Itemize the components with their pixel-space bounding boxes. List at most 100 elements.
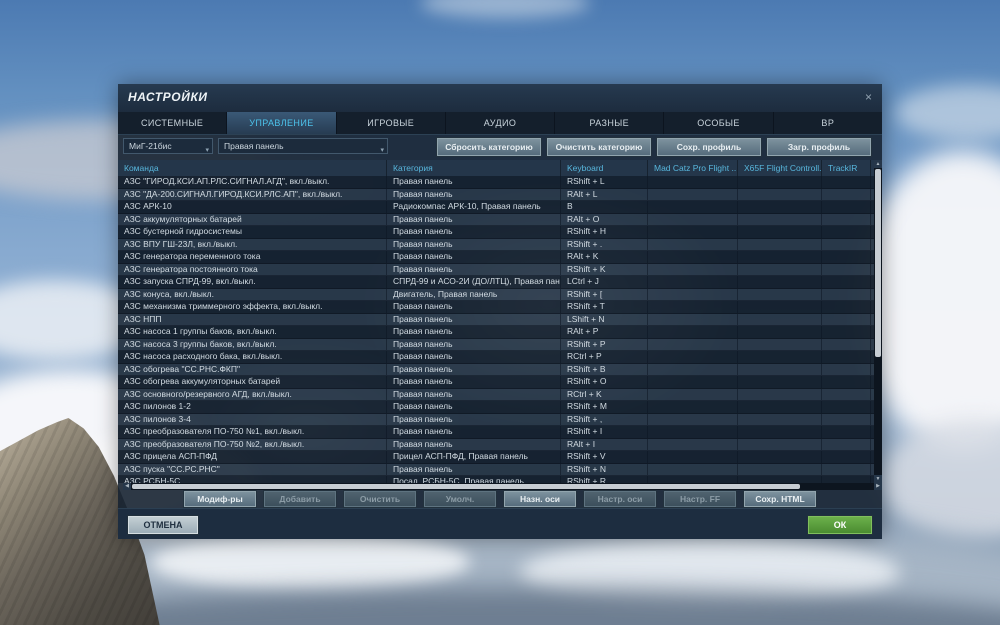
arrow-right-icon[interactable]: ▶ — [874, 483, 882, 490]
close-icon[interactable]: × — [865, 90, 872, 104]
column-header[interactable]: TrackIR — [822, 160, 871, 176]
table-header: Команда Категория Keyboard Mad Catz Pro … — [118, 160, 874, 176]
table-row[interactable]: АЗС НПП Правая панель LShift + N — [118, 314, 874, 327]
assign-axis-button[interactable]: Назн. оси — [504, 491, 576, 507]
keyboard-cell: RAlt + O — [561, 214, 648, 226]
table-row[interactable]: АЗС прицела АСП-ПФД Прицел АСП-ПФД, Прав… — [118, 451, 874, 464]
category-select[interactable]: Правая панель ▾ — [218, 138, 388, 154]
save-html-button[interactable]: Сохр. HTML — [744, 491, 816, 507]
column-header[interactable]: Категория — [387, 160, 561, 176]
trackir-cell — [822, 214, 871, 226]
table-row[interactable]: АЗС генератора переменного тока Правая п… — [118, 251, 874, 264]
table-row[interactable]: АЗС преобразователя ПО-750 №1, вкл./выкл… — [118, 426, 874, 439]
default-button[interactable]: Умолч. — [424, 491, 496, 507]
keyboard-cell: RShift + V — [561, 451, 648, 463]
tab-misc[interactable]: РАЗНЫЕ — [555, 112, 664, 134]
table-row[interactable]: АЗС пуска "СС.РС.РНС" Правая панель RShi… — [118, 464, 874, 477]
command-cell: АЗС пуска "СС.РС.РНС" — [118, 464, 387, 476]
add-button[interactable]: Добавить — [264, 491, 336, 507]
save-profile-button[interactable]: Сохр. профиль — [657, 138, 761, 156]
aircraft-select-value: МиГ-21бис — [129, 141, 172, 151]
x65f-cell — [738, 414, 822, 426]
arrow-up-icon[interactable]: ▲ — [874, 160, 882, 168]
column-header[interactable]: Команда — [118, 160, 387, 176]
table-row[interactable]: АЗС аккумуляторных батарей Правая панель… — [118, 214, 874, 227]
tab-vr[interactable]: ВР — [774, 112, 882, 134]
horizontal-scrollbar-thumb[interactable] — [132, 484, 800, 489]
trackir-cell — [822, 264, 871, 276]
column-header[interactable]: Mad Catz Pro Flight ... — [648, 160, 738, 176]
tab-controls[interactable]: УПРАВЛЕНИЕ — [227, 112, 336, 134]
madcatz-cell — [648, 226, 738, 238]
tab-audio[interactable]: АУДИО — [446, 112, 555, 134]
table-row[interactable]: АЗС обогрева аккумуляторных батарей Прав… — [118, 376, 874, 389]
clear-category-button[interactable]: Очистить категорию — [547, 138, 651, 156]
madcatz-cell — [648, 289, 738, 301]
keyboard-cell: RCtrl + P — [561, 351, 648, 363]
command-cell: АЗС механизма триммерного эффекта, вкл./… — [118, 301, 387, 313]
arrow-left-icon[interactable]: ◀ — [123, 483, 131, 490]
table-row[interactable]: АЗС насоса 3 группы баков, вкл./выкл. Пр… — [118, 339, 874, 352]
table-row[interactable]: АЗС генератора постоянного тока Правая п… — [118, 264, 874, 277]
arrow-down-icon[interactable]: ▼ — [874, 475, 882, 483]
table-row[interactable]: АЗС обогрева "СС.РНС.ФКП" Правая панель … — [118, 364, 874, 377]
tab-system[interactable]: СИСТЕМНЫЕ — [118, 112, 227, 134]
category-cell: Правая панель — [387, 176, 561, 188]
madcatz-cell — [648, 314, 738, 326]
table-row[interactable]: АЗС РСБН-5С Посад. РСБН-5С, Правая панел… — [118, 476, 874, 483]
ok-button[interactable]: ОК — [808, 516, 872, 534]
command-cell: АЗС обогрева аккумуляторных батарей — [118, 376, 387, 388]
table-row[interactable]: АЗС ВПУ ГШ-23Л, вкл./выкл. Правая панель… — [118, 239, 874, 252]
tune-ff-button[interactable]: Настр. FF — [664, 491, 736, 507]
load-profile-button[interactable]: Загр. профиль — [767, 138, 871, 156]
x65f-cell — [738, 176, 822, 188]
table-row[interactable]: АЗС бустерной гидросистемы Правая панель… — [118, 226, 874, 239]
category-cell: Правая панель — [387, 239, 561, 251]
trackir-cell — [822, 451, 871, 463]
table-row[interactable]: АЗС "ГИРОД.КСИ.АП.РЛС.СИГНАЛ.АГД", вкл./… — [118, 176, 874, 189]
x65f-cell — [738, 439, 822, 451]
tab-special[interactable]: ОСОБЫЕ — [664, 112, 773, 134]
cancel-button[interactable]: ОТМЕНА — [128, 516, 198, 534]
trackir-cell — [822, 476, 871, 483]
x65f-cell — [738, 451, 822, 463]
category-cell: Правая панель — [387, 364, 561, 376]
table-row[interactable]: АЗС "ДА-200.СИГНАЛ.ГИРОД.КСИ.РЛС.АП", вк… — [118, 189, 874, 202]
modifiers-button[interactable]: Модиф-ры — [184, 491, 256, 507]
table-row[interactable]: АЗС конуса, вкл./выкл. Двигатель, Правая… — [118, 289, 874, 302]
table-row[interactable]: АЗС основного/резервного АГД, вкл./выкл.… — [118, 389, 874, 402]
column-header[interactable]: X65F Flight Controll... — [738, 160, 822, 176]
vertical-scrollbar-thumb[interactable] — [875, 169, 881, 357]
madcatz-cell — [648, 176, 738, 188]
aircraft-select[interactable]: МиГ-21бис ▾ — [123, 138, 213, 154]
trackir-cell — [822, 414, 871, 426]
command-cell: АЗС запуска СПРД-99, вкл./выкл. — [118, 276, 387, 288]
vertical-scrollbar[interactable]: ▲ ▼ — [874, 160, 882, 483]
tab-gameplay[interactable]: ИГРОВЫЕ — [337, 112, 446, 134]
category-cell: Посад. РСБН-5С, Правая панель — [387, 476, 561, 483]
category-cell: Правая панель — [387, 326, 561, 338]
cloud — [150, 532, 470, 592]
table-row[interactable]: АЗС насоса 1 группы баков, вкл./выкл. Пр… — [118, 326, 874, 339]
horizontal-scrollbar[interactable]: ◀ ▶ — [123, 483, 882, 490]
tune-axis-button[interactable]: Настр. оси — [584, 491, 656, 507]
madcatz-cell — [648, 251, 738, 263]
table-row[interactable]: АЗС пилонов 1-2 Правая панель RShift + M — [118, 401, 874, 414]
table-row[interactable]: АЗС преобразователя ПО-750 №2, вкл./выкл… — [118, 439, 874, 452]
table-row[interactable]: АЗС механизма триммерного эффекта, вкл./… — [118, 301, 874, 314]
table-row[interactable]: АЗС АРК-10 Радиокомпас АРК-10, Правая па… — [118, 201, 874, 214]
madcatz-cell — [648, 401, 738, 413]
table-row[interactable]: АЗС насоса расходного бака, вкл./выкл. П… — [118, 351, 874, 364]
keyboard-cell: RShift + R — [561, 476, 648, 483]
table-row[interactable]: АЗС пилонов 3-4 Правая панель RShift + , — [118, 414, 874, 427]
category-cell: Правая панель — [387, 426, 561, 438]
command-cell: АЗС пилонов 1-2 — [118, 401, 387, 413]
x65f-cell — [738, 264, 822, 276]
keyboard-cell: RShift + K — [561, 264, 648, 276]
column-header[interactable]: Keyboard — [561, 160, 648, 176]
x65f-cell — [738, 314, 822, 326]
table-row[interactable]: АЗС запуска СПРД-99, вкл./выкл. СПРД-99 … — [118, 276, 874, 289]
trackir-cell — [822, 351, 871, 363]
clear-button[interactable]: Очистить — [344, 491, 416, 507]
reset-category-button[interactable]: Сбросить категорию — [437, 138, 541, 156]
